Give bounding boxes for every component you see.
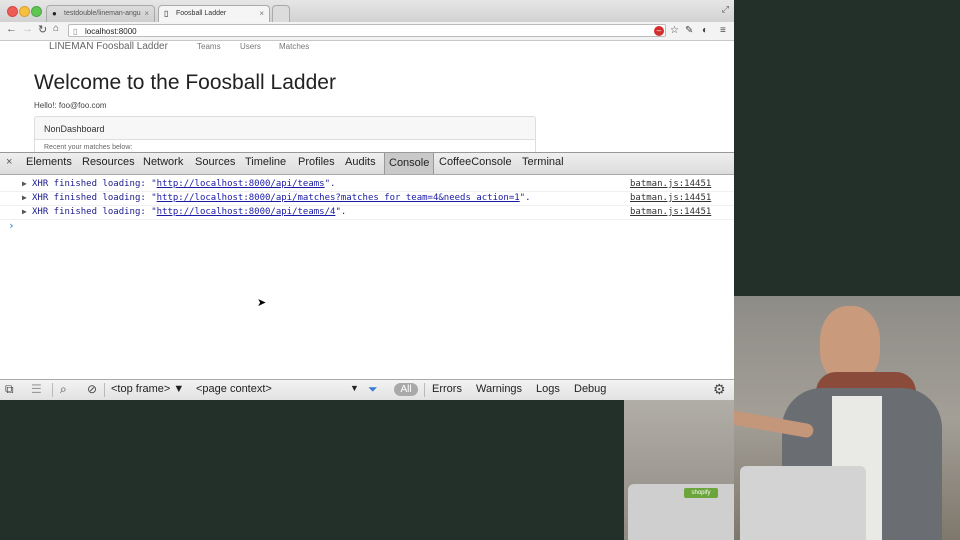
page-icon: ▯ (164, 9, 169, 18)
wrench-icon[interactable]: ✎ (685, 25, 693, 36)
page-title: Welcome to the Foosball Ladder (34, 71, 336, 94)
address-bar[interactable]: ▯ localhost:8000 (68, 24, 666, 37)
tab-terminal[interactable]: Terminal (522, 156, 564, 168)
nav-link-matches[interactable]: Matches (279, 42, 309, 51)
navbar-brand[interactable]: LINEMAN Foosball Ladder (49, 41, 168, 52)
filter-all[interactable]: All (394, 383, 418, 396)
mouse-pointer-icon: ➤ (257, 297, 267, 309)
devtools-status-bar: ⧉ ☰ ⌕ ⊘ <top frame> ▼ <page context> ▼ ⏷… (0, 379, 734, 400)
filter-logs[interactable]: Logs (536, 383, 560, 395)
tab-label: testdouble/lineman-angu (64, 10, 141, 17)
console-panel[interactable]: ▶ XHR finished loading: "http://localhos… (0, 175, 734, 379)
close-tab-icon[interactable]: × (144, 9, 149, 18)
back-arrow-icon[interactable]: ← (6, 23, 17, 35)
clear-console-icon[interactable]: ⊘ (87, 382, 97, 396)
panel-text: Recent your matches below: (44, 144, 133, 151)
home-icon[interactable]: ⌂ (53, 23, 59, 34)
close-tab-icon[interactable]: × (259, 9, 264, 18)
close-devtools-icon[interactable]: × (6, 156, 12, 168)
console-row[interactable]: ▶ XHR finished loading: "http://localhos… (0, 205, 734, 220)
devtools-tab-bar: × Elements Resources Network Sources Tim… (0, 152, 734, 175)
frame-select[interactable]: <top frame> ▼ (111, 383, 184, 395)
nav-link-users[interactable]: Users (240, 42, 261, 51)
xhr-url-link[interactable]: http://localhost:8000/api/matches?matche… (157, 193, 520, 203)
zoom-window-button[interactable] (31, 6, 42, 17)
tab-console[interactable]: Console (384, 153, 435, 174)
new-tab-button[interactable] (272, 5, 290, 22)
address-text: localhost:8000 (85, 27, 137, 36)
menu-icon[interactable]: ≡ (720, 25, 726, 36)
gear-icon[interactable]: ⚙ (713, 381, 726, 398)
panel-body: Recent your matches below: (35, 139, 535, 152)
console-message: XHR finished loading: "http://localhost:… (32, 193, 531, 203)
browser-window: ● testdouble/lineman-angu × ▯ Foosball L… (0, 0, 734, 400)
star-icon[interactable]: ☆ (670, 25, 679, 36)
console-message: XHR finished loading: "http://localhost:… (32, 207, 347, 217)
source-link[interactable]: batman.js:14451 (630, 205, 711, 219)
user-greeting: Hello!: foo@foo.com (34, 101, 107, 110)
console-row[interactable]: ▶ XHR finished loading: "http://localhos… (0, 177, 734, 192)
tab-strip: ● testdouble/lineman-angu × ▯ Foosball L… (0, 0, 734, 23)
browser-tab-foosball[interactable]: ▯ Foosball Ladder × (158, 5, 270, 22)
tab-profiles[interactable]: Profiles (298, 156, 335, 168)
source-link[interactable]: batman.js:14451 (630, 191, 711, 205)
tab-timeline[interactable]: Timeline (245, 156, 286, 168)
presenter-video (734, 296, 960, 540)
laptop-left (628, 484, 734, 540)
tab-resources[interactable]: Resources (82, 156, 135, 168)
filter-errors[interactable]: Errors (432, 383, 462, 395)
nav-link-teams[interactable]: Teams (197, 42, 221, 51)
chevron-down-icon[interactable]: ▼ (350, 383, 359, 393)
page-icon: ▯ (73, 27, 78, 36)
context-select[interactable]: <page context> (196, 383, 272, 395)
presenter-video-lower: shopify (624, 400, 734, 540)
reload-icon[interactable]: ↻ (38, 23, 47, 36)
xhr-url-link[interactable]: http://localhost:8000/api/teams (157, 179, 325, 189)
tab-audits[interactable]: Audits (345, 156, 376, 168)
github-icon: ● (52, 9, 57, 18)
minimize-window-button[interactable] (19, 6, 30, 17)
laptop-right (740, 466, 866, 540)
stop-extension-icon[interactable]: – (654, 26, 664, 36)
dock-icon[interactable]: ⧉ (5, 382, 14, 397)
shopify-sticker: shopify (684, 488, 718, 498)
browser-toolbar: ← → ↻ ⌂ ▯ localhost:8000 ☆ ✎ ◐ ≡ (0, 22, 734, 41)
tab-coffeeconsole[interactable]: CoffeeConsole (439, 156, 512, 168)
source-link[interactable]: batman.js:14451 (630, 177, 711, 191)
console-message: XHR finished loading: "http://localhost:… (32, 179, 336, 189)
expand-triangle-icon[interactable]: ▶ (22, 205, 27, 219)
tab-network[interactable]: Network (143, 156, 183, 168)
expand-triangle-icon[interactable]: ▶ (22, 177, 27, 191)
extension-icon[interactable]: ◐ (702, 25, 708, 36)
tab-label: Foosball Ladder (176, 10, 227, 17)
expand-triangle-icon[interactable]: ▶ (22, 191, 27, 205)
filter-icon[interactable]: ⏷ (368, 382, 378, 397)
dashboard-panel: NonDashboard Recent your matches below: (34, 116, 536, 152)
panel-title: NonDashboard (44, 124, 105, 134)
tab-elements[interactable]: Elements (26, 156, 72, 168)
tab-sources[interactable]: Sources (195, 156, 235, 168)
console-row[interactable]: ▶ XHR finished loading: "http://localhos… (0, 191, 734, 206)
presenter-head (820, 306, 880, 382)
filter-debug[interactable]: Debug (574, 383, 606, 395)
show-drawer-icon[interactable]: ☰ (31, 382, 42, 396)
filter-warnings[interactable]: Warnings (476, 383, 522, 395)
forward-arrow-icon[interactable]: → (22, 23, 33, 35)
xhr-url-link[interactable]: http://localhost:8000/api/teams/4 (157, 207, 336, 217)
browser-tab-github[interactable]: ● testdouble/lineman-angu × (46, 5, 155, 22)
web-page: LINEMAN Foosball Ladder Teams Users Matc… (0, 41, 734, 152)
console-prompt[interactable]: › (8, 219, 15, 232)
search-icon[interactable]: ⌕ (60, 382, 67, 397)
fullscreen-icon[interactable]: ⤢ (722, 4, 729, 15)
close-window-button[interactable] (7, 6, 18, 17)
